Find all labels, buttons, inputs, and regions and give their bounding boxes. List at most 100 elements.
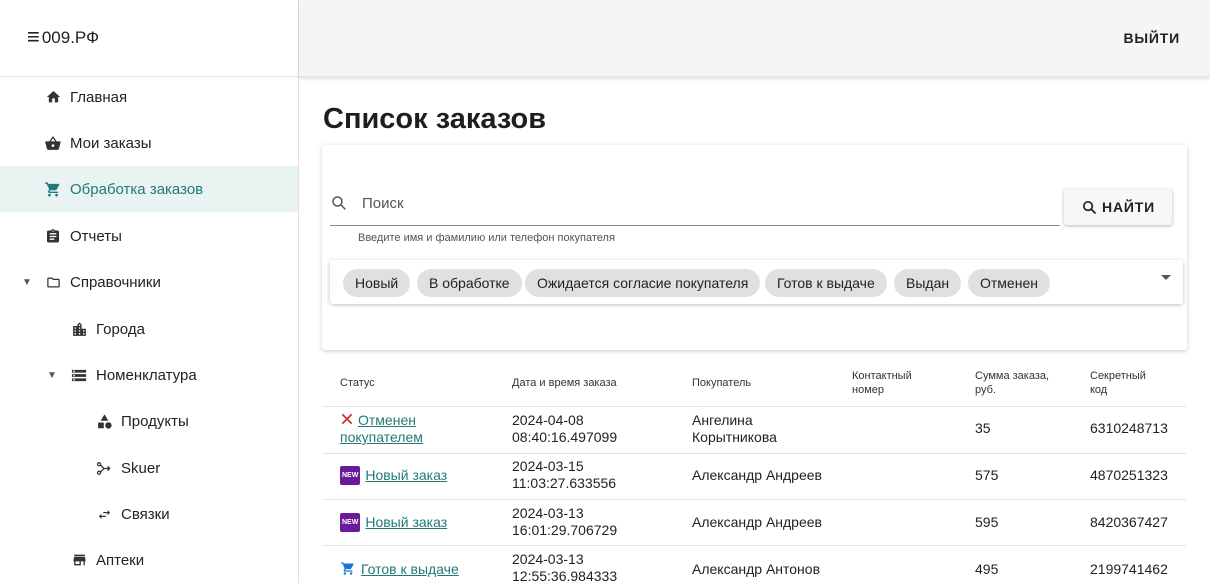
- chevron-down-icon[interactable]: [1161, 275, 1171, 280]
- status-chip-awaiting-consent[interactable]: Ожидается согласие покупателя: [525, 269, 761, 297]
- sidebar-item-home[interactable]: Главная: [0, 74, 298, 120]
- new-badge-icon: NEW: [340, 466, 361, 485]
- order-sum: 35: [975, 420, 991, 436]
- table-row-status: Готов к выдаче: [340, 561, 459, 578]
- new-badge-icon: NEW: [340, 513, 361, 532]
- sidebar-item-reports[interactable]: Отчеты: [0, 213, 298, 259]
- sidebar-item-order-processing[interactable]: Обработка заказов: [0, 166, 298, 212]
- sidebar-item-label: Города: [96, 320, 145, 338]
- column-header-phone[interactable]: Контактный номер: [852, 369, 942, 397]
- search-icon: [1083, 200, 1097, 214]
- sidebar-item-label: Обработка заказов: [70, 180, 204, 198]
- top-app-bar: ВЫЙТИ: [299, 0, 1210, 77]
- chevron-down-icon[interactable]: ▼: [47, 370, 57, 381]
- brand: ≡ 009.РФ: [0, 0, 298, 77]
- order-buyer: Александр Андреев: [692, 514, 822, 530]
- table-row-status: NEW Новый заказ: [340, 466, 447, 486]
- order-secret-code: 4870251323: [1090, 467, 1168, 483]
- sidebar-item-nomenclature[interactable]: ▼ Номенклатура: [0, 352, 298, 398]
- order-status-link[interactable]: Новый заказ: [365, 467, 447, 483]
- status-filter-select[interactable]: Новый В обработке Ожидается согласие пок…: [330, 260, 1183, 304]
- sidebar-item-cities[interactable]: Города: [0, 306, 298, 352]
- app-title: 009.РФ: [41, 28, 100, 47]
- shopping-cart-icon: [44, 180, 62, 198]
- table-divider: [323, 499, 1186, 500]
- page-title: Список заказов: [323, 103, 547, 135]
- storage-icon: [70, 366, 88, 384]
- sidebar-item-pharmacies[interactable]: Аптеки: [0, 537, 298, 583]
- order-sum: 595: [975, 514, 999, 530]
- order-secret-code: 2199741462: [1090, 561, 1168, 577]
- column-header-status[interactable]: Статус: [340, 376, 375, 390]
- table-row-status: NEW Новый заказ: [340, 513, 447, 533]
- sidebar-item-skuer[interactable]: Skuer: [0, 445, 298, 491]
- sidebar-item-label: Справочники: [70, 273, 161, 291]
- status-chip-issued[interactable]: Выдан: [894, 269, 962, 297]
- sidebar-item-label: Номенклатура: [96, 366, 197, 384]
- order-date: 2024-03-13: [512, 505, 584, 521]
- order-buyer: Ангелина Корытникова: [692, 412, 777, 445]
- column-header-datetime[interactable]: Дата и время заказа: [512, 376, 617, 390]
- status-chip-processing[interactable]: В обработке: [417, 269, 522, 297]
- sidebar-item-label: Аптеки: [96, 551, 145, 569]
- find-button[interactable]: НАЙТИ: [1064, 189, 1172, 225]
- table-divider: [323, 406, 1186, 407]
- shopping-basket-icon: [44, 134, 62, 152]
- sidebar-item-links[interactable]: Связки: [0, 491, 298, 537]
- order-sum: 495: [975, 561, 999, 577]
- order-time: 11:03:27.633556: [512, 475, 617, 491]
- status-chip-ready[interactable]: Готов к выдаче: [765, 269, 887, 297]
- sidebar-item-label: Skuer: [121, 459, 161, 477]
- table-divider: [323, 545, 1186, 546]
- logout-button[interactable]: ВЫЙТИ: [1124, 30, 1181, 46]
- order-time: 16:01:29.706729: [512, 522, 618, 538]
- sidebar-item-products[interactable]: Продукты: [0, 398, 298, 444]
- order-time: 12:55:36.984333: [512, 568, 618, 583]
- sidebar-item-directories[interactable]: ▼ Справочники: [0, 259, 298, 305]
- store-icon: [70, 551, 88, 569]
- table-divider: [323, 453, 1186, 454]
- table-row-status: Отменен покупателем: [340, 412, 500, 446]
- order-date: 2024-03-13: [512, 551, 584, 567]
- order-sum: 575: [975, 467, 999, 483]
- category-icon: [95, 412, 113, 430]
- sidebar-item-label: Мои заказы: [70, 134, 152, 152]
- order-secret-code: 8420367427: [1090, 514, 1168, 530]
- sidebar-item-label: Отчеты: [70, 227, 122, 245]
- close-icon: [341, 413, 353, 425]
- search-card: [322, 145, 1187, 350]
- home-icon: [44, 88, 62, 106]
- search-helper-text: Введите имя и фамилию или телефон покупа…: [358, 232, 615, 244]
- shopping-cart-icon: [341, 562, 354, 575]
- sidebar-item-label: Продукты: [121, 412, 189, 430]
- search-icon: [330, 194, 348, 217]
- order-date: 2024-03-15: [512, 458, 584, 474]
- sidebar: ≡ 009.РФ Главная Мои заказы Обработка за…: [0, 0, 299, 583]
- menu-icon[interactable]: ≡: [27, 26, 40, 48]
- order-buyer: Александр Андреев: [692, 467, 822, 483]
- status-chip-cancelled[interactable]: Отменен: [968, 269, 1050, 297]
- order-secret-code: 6310248713: [1090, 420, 1168, 436]
- order-status-link[interactable]: Готов к выдаче: [361, 561, 459, 577]
- find-button-label: НАЙТИ: [1102, 199, 1155, 215]
- order-date: 2024-04-08: [512, 412, 584, 428]
- order-status-link[interactable]: Новый заказ: [365, 514, 447, 530]
- sidebar-item-label: Связки: [121, 505, 170, 523]
- merge-icon: [95, 459, 113, 477]
- order-time: 08:40:16.497099: [512, 429, 618, 445]
- column-header-buyer[interactable]: Покупатель: [692, 376, 751, 390]
- sidebar-item-label: Главная: [70, 88, 128, 106]
- search-input[interactable]: [362, 195, 1042, 212]
- column-header-sum[interactable]: Сумма заказа, руб.: [975, 369, 1065, 397]
- swap-arrows-icon: [95, 505, 113, 523]
- status-chip-new[interactable]: Новый: [343, 269, 411, 297]
- assignment-icon: [44, 227, 62, 245]
- column-header-secret-code[interactable]: Секретный код: [1090, 369, 1160, 397]
- order-buyer: Александр Антонов: [692, 561, 821, 577]
- folder-icon: [44, 273, 62, 291]
- chevron-down-icon[interactable]: ▼: [22, 277, 32, 288]
- sidebar-item-my-orders[interactable]: Мои заказы: [0, 120, 298, 166]
- search-field: [330, 190, 1060, 226]
- city-icon: [70, 320, 88, 338]
- app-root: ≡ 009.РФ Главная Мои заказы Обработка за…: [0, 0, 1210, 583]
